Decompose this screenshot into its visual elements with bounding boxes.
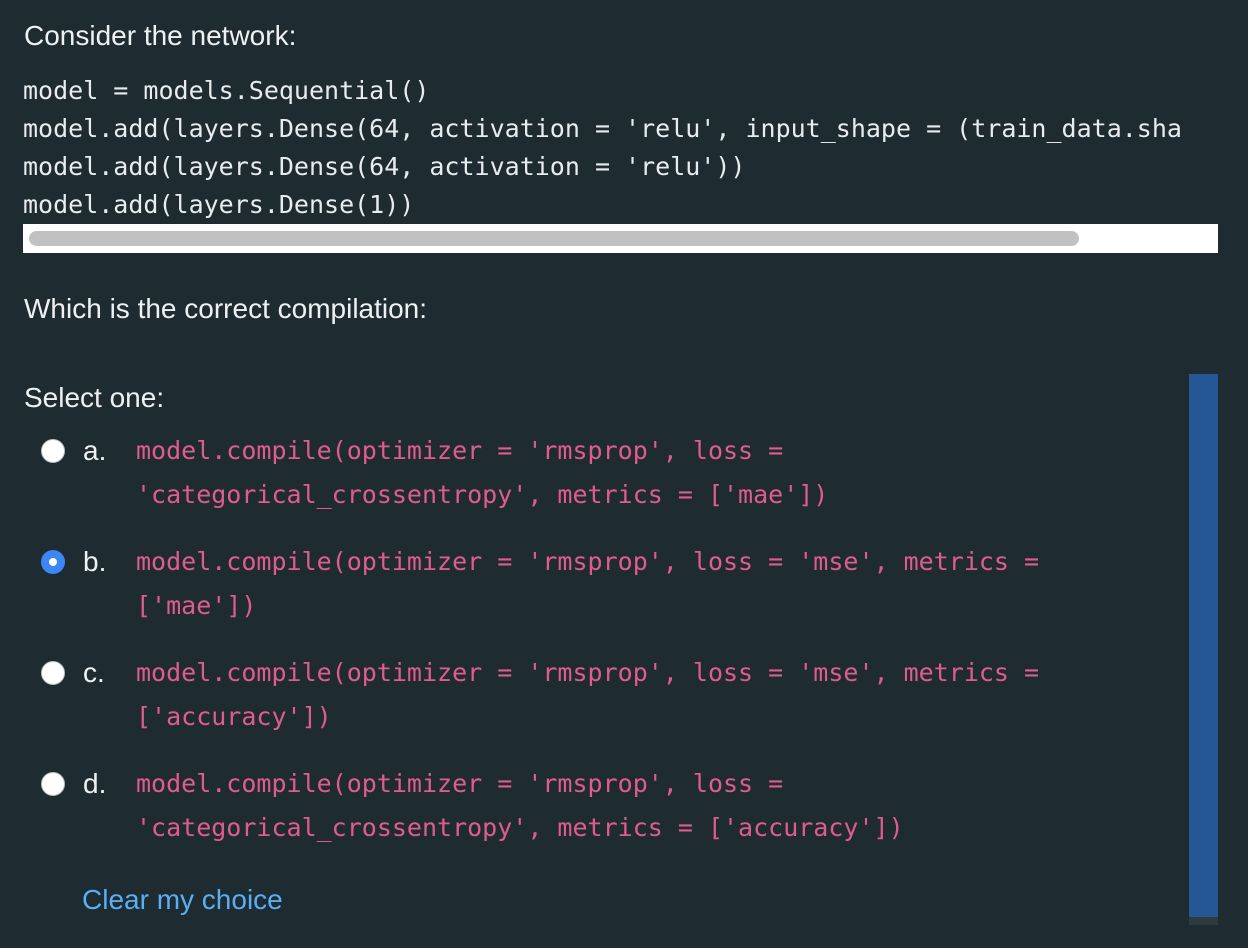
option-code-line: ['mae']) (136, 591, 257, 620)
option-code-line: model.compile(optimizer = 'rmsprop', los… (136, 769, 784, 798)
option-code-line: model.compile(optimizer = 'rmsprop', los… (136, 436, 784, 465)
option-code: model.compile(optimizer = 'rmsprop', los… (136, 540, 1039, 628)
option-code-line: 'categorical_crossentropy', metrics = ['… (136, 480, 829, 509)
code-line: model.add(layers.Dense(1)) (23, 190, 415, 219)
option-letter: a. (83, 435, 107, 466)
answers-vertical-scrollbar[interactable] (1189, 374, 1218, 925)
option-code-line: model.compile(optimizer = 'rmsprop', los… (136, 658, 1040, 687)
network-code-block: model = models.Sequential() model.add(la… (23, 72, 1218, 224)
code-horizontal-scrollbar-thumb[interactable] (29, 231, 1079, 246)
clear-my-choice-link[interactable]: Clear my choice (82, 882, 283, 918)
radio-option-b[interactable] (41, 550, 65, 574)
option-letter: c. (83, 657, 105, 688)
code-horizontal-scrollbar[interactable] (23, 224, 1218, 253)
code-line: model.add(layers.Dense(64, activation = … (23, 114, 1182, 143)
select-one-prompt: Select one: (24, 382, 165, 413)
option-code: model.compile(optimizer = 'rmsprop', los… (136, 762, 904, 850)
option-code: model.compile(optimizer = 'rmsprop', los… (136, 651, 1039, 739)
option-letter: d. (83, 768, 107, 799)
option-code-line: 'categorical_crossentropy', metrics = ['… (136, 813, 904, 842)
option-code-line: ['accuracy']) (136, 702, 332, 731)
code-line: model.add(layers.Dense(64, activation = … (23, 152, 746, 181)
question-text: Which is the correct compilation: (24, 293, 428, 324)
option-code-line: model.compile(optimizer = 'rmsprop', los… (136, 547, 1040, 576)
option-code: model.compile(optimizer = 'rmsprop', los… (136, 429, 828, 517)
code-line: model = models.Sequential() (23, 76, 430, 105)
answers-vertical-scrollbar-thumb[interactable] (1189, 374, 1218, 917)
radio-option-c[interactable] (41, 661, 65, 685)
radio-option-d[interactable] (41, 772, 65, 796)
radio-option-a[interactable] (41, 439, 65, 463)
intro-text: Consider the network: (24, 20, 297, 51)
option-letter: b. (83, 546, 107, 577)
